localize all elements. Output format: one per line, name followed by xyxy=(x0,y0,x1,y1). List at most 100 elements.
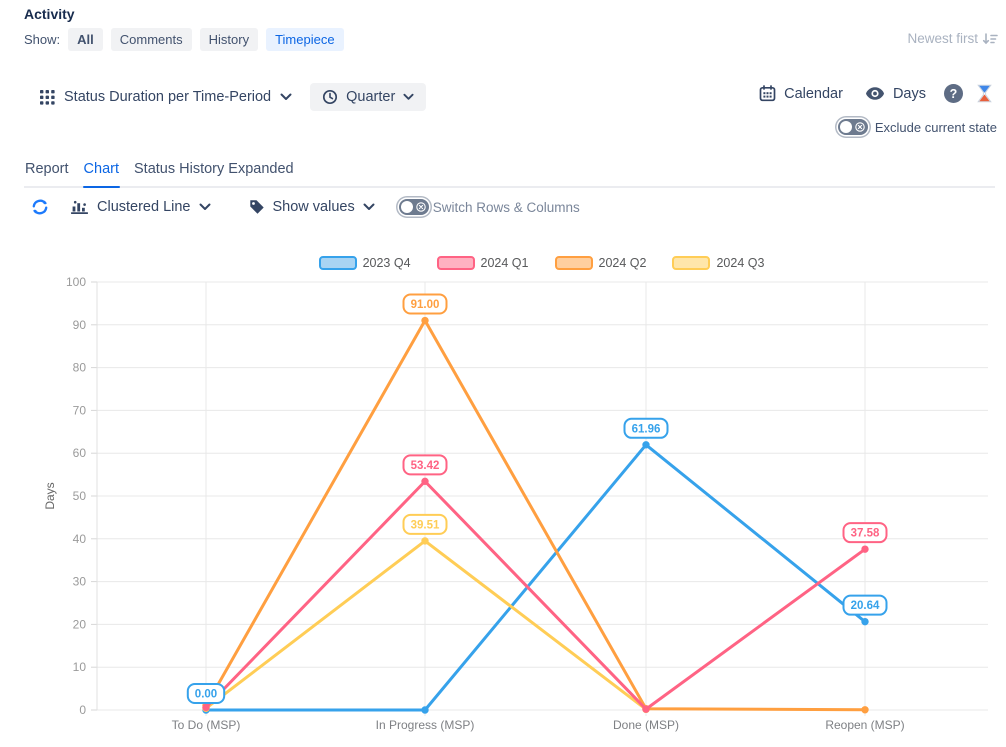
report-type-label: Status Duration per Time-Period xyxy=(64,89,271,105)
data-point xyxy=(422,317,428,323)
value-label: 20.64 xyxy=(844,596,887,615)
svg-text:91.00: 91.00 xyxy=(411,299,440,311)
line-chart: 0 10 20 30 40 50 60 70 80 90 100 To Do (MSP) In Prog… xyxy=(30,276,996,746)
svg-text:0.00: 0.00 xyxy=(195,689,217,701)
tab-report[interactable]: Report xyxy=(24,159,70,186)
sort-label: Newest first xyxy=(907,31,978,46)
exclude-current-state-row: Exclude current state xyxy=(838,119,997,135)
grid-icon xyxy=(40,90,55,105)
value-label: 37.58 xyxy=(844,523,887,542)
timepiece-logo xyxy=(977,84,992,103)
filter-history[interactable]: History xyxy=(200,28,258,51)
legend-item[interactable]: 2024 Q2 xyxy=(555,256,647,270)
data-point xyxy=(422,478,428,484)
switch-rows-columns-toggle[interactable] xyxy=(399,199,429,215)
y-tick-label: 10 xyxy=(73,660,87,674)
calendar-button[interactable]: Calendar xyxy=(759,85,843,102)
period-selector-button[interactable]: Quarter xyxy=(310,83,426,111)
series-line xyxy=(206,445,865,710)
svg-text:37.58: 37.58 xyxy=(851,528,880,540)
y-tick-label: 0 xyxy=(79,703,86,717)
help-button[interactable]: ? xyxy=(944,84,963,103)
exclude-toggle-label: Exclude current state xyxy=(875,120,997,135)
refresh-icon[interactable] xyxy=(30,197,50,217)
period-label: Quarter xyxy=(346,89,395,105)
legend-item[interactable]: 2024 Q1 xyxy=(437,256,529,270)
bar-chart-icon xyxy=(70,200,89,215)
calendar-icon xyxy=(759,85,776,102)
page-title: Activity xyxy=(24,6,75,22)
tab-chart[interactable]: Chart xyxy=(83,159,120,186)
question-icon: ? xyxy=(944,84,963,103)
chevron-down-icon xyxy=(363,203,375,211)
svg-text:20.64: 20.64 xyxy=(851,600,880,612)
legend-swatch xyxy=(555,256,593,270)
series-line xyxy=(206,321,865,710)
y-tick-label: 40 xyxy=(73,532,87,546)
data-point xyxy=(203,704,209,710)
exclude-current-state-toggle[interactable] xyxy=(838,119,868,135)
chart-type-selector[interactable]: Clustered Line xyxy=(70,199,211,215)
data-point xyxy=(643,706,649,712)
report-type-selector[interactable]: Status Duration per Time-Period xyxy=(40,89,292,105)
legend-swatch xyxy=(319,256,357,270)
clock-icon xyxy=(322,89,338,105)
show-values-label: Show values xyxy=(273,199,355,215)
value-label: 0.00 xyxy=(188,684,224,703)
y-tick-label: 90 xyxy=(73,318,87,332)
show-values-selector[interactable]: Show values xyxy=(249,199,375,215)
tab-status-history-expanded[interactable]: Status History Expanded xyxy=(133,159,295,186)
legend-label: 2024 Q3 xyxy=(716,256,764,270)
y-tick-label: 100 xyxy=(66,276,86,289)
y-tick-label: 60 xyxy=(73,446,87,460)
y-tick-label: 80 xyxy=(73,361,87,375)
unit-label: Days xyxy=(893,86,926,102)
data-point xyxy=(422,707,428,713)
report-toolbar: Status Duration per Time-Period Quarter xyxy=(40,83,426,111)
activity-filter-bar: Show: All Comments History Timepiece xyxy=(24,28,344,51)
legend-swatch xyxy=(437,256,475,270)
sort-control[interactable]: Newest first xyxy=(907,31,998,46)
y-tick-label: 50 xyxy=(73,489,87,503)
legend-item[interactable]: 2024 Q3 xyxy=(672,256,764,270)
show-label: Show: xyxy=(24,32,60,47)
chevron-down-icon xyxy=(199,203,211,211)
hourglass-icon xyxy=(977,84,992,103)
filter-all[interactable]: All xyxy=(68,28,103,51)
data-point xyxy=(862,618,868,624)
chevron-down-icon xyxy=(403,93,414,101)
sort-descending-icon xyxy=(982,32,998,46)
x-tick-label: In Progress (MSP) xyxy=(376,718,475,732)
tag-icon xyxy=(249,199,265,215)
y-tick-label: 20 xyxy=(73,617,87,631)
filter-comments[interactable]: Comments xyxy=(111,28,192,51)
legend-label: 2024 Q2 xyxy=(599,256,647,270)
filter-timepiece[interactable]: Timepiece xyxy=(266,28,343,51)
toolbar-right: Calendar Days ? xyxy=(759,84,992,103)
calendar-label: Calendar xyxy=(784,86,843,102)
svg-text:53.42: 53.42 xyxy=(411,460,440,472)
data-point xyxy=(862,546,868,552)
y-axis-title: Days xyxy=(43,482,57,509)
value-label: 61.96 xyxy=(625,419,668,438)
svg-text:61.96: 61.96 xyxy=(632,423,661,435)
data-point xyxy=(862,707,868,713)
activity-panel: Activity Show: All Comments History Time… xyxy=(0,0,1006,747)
y-tick-label: 70 xyxy=(73,403,87,417)
y-tick-label: 30 xyxy=(73,575,87,589)
legend-label: 2024 Q1 xyxy=(481,256,529,270)
chart-legend: 2023 Q4 2024 Q1 2024 Q2 2024 Q3 xyxy=(97,256,986,270)
unit-selector[interactable]: Days xyxy=(865,86,926,102)
value-label: 39.51 xyxy=(404,515,447,534)
data-point xyxy=(643,442,649,448)
legend-label: 2023 Q4 xyxy=(363,256,411,270)
value-label: 91.00 xyxy=(404,295,447,314)
series-line xyxy=(206,541,646,709)
svg-text:39.51: 39.51 xyxy=(411,519,440,531)
x-tick-label: Done (MSP) xyxy=(613,718,679,732)
switch-rows-columns-label: Switch Rows & Columns xyxy=(433,200,580,215)
x-tick-label: To Do (MSP) xyxy=(172,718,241,732)
x-tick-label: Reopen (MSP) xyxy=(825,718,904,732)
legend-item[interactable]: 2023 Q4 xyxy=(319,256,411,270)
chart-toolbar: Clustered Line Show values Switch Rows &… xyxy=(30,197,580,217)
